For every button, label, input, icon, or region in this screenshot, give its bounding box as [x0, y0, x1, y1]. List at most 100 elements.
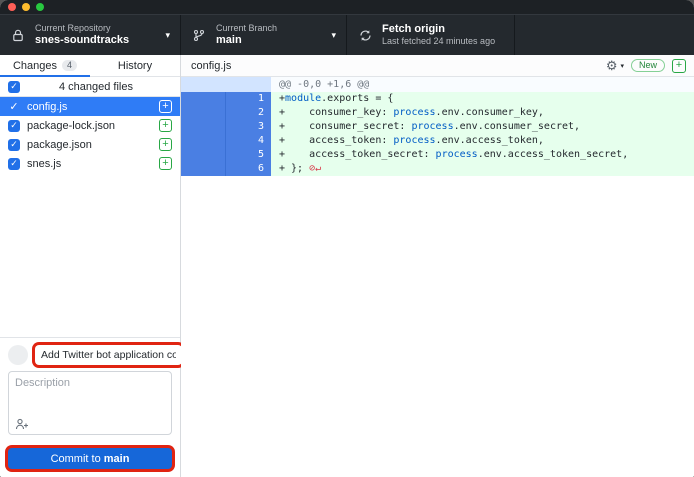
diff-line[interactable]: 5+ access_token_secret: process.env.acce…: [181, 148, 694, 162]
commit-summary-input[interactable]: [35, 345, 182, 365]
diff-line-code: + consumer_secret: process.env.consumer_…: [271, 120, 694, 134]
diff-old-line-gutter[interactable]: [181, 134, 226, 148]
toolbar-spacer: [515, 15, 694, 55]
select-all-checkbox[interactable]: ✓: [8, 81, 20, 93]
diff-new-line-number[interactable]: 5: [226, 148, 271, 162]
zoom-window-button[interactable]: [36, 3, 44, 11]
file-added-icon: +: [672, 59, 686, 73]
diff-line[interactable]: 2+ consumer_key: process.env.consumer_ke…: [181, 106, 694, 120]
tab-changes[interactable]: Changes 4: [0, 55, 90, 76]
file-row-package-lock-json[interactable]: ✓ package-lock.json +: [0, 116, 180, 135]
new-file-badge: New: [631, 59, 665, 73]
branch-icon: [191, 29, 207, 42]
file-row-package-json[interactable]: ✓ package.json +: [0, 135, 180, 154]
diff-options-button[interactable]: ⚙ ▾: [606, 59, 624, 72]
diff-line[interactable]: 1+module.exports = {: [181, 92, 694, 106]
diff-new-line-number[interactable]: 3: [226, 120, 271, 134]
diff-file-name: config.js: [191, 60, 606, 72]
diff-line-code: + access_token: process.env.access_token…: [271, 134, 694, 148]
app-body: Changes 4 History ✓ 4 changed files ✓ co…: [0, 55, 694, 477]
commit-description-input[interactable]: [15, 377, 165, 411]
file-name: config.js: [27, 101, 152, 113]
lock-icon: [10, 29, 26, 42]
file-name: package.json: [27, 139, 152, 151]
current-branch-button[interactable]: Current Branch main ▾: [181, 15, 347, 55]
file-row-config-js[interactable]: ✓ config.js +: [0, 97, 180, 116]
diff-old-line-gutter[interactable]: [181, 92, 226, 106]
file-added-icon: +: [159, 157, 172, 170]
current-branch-text: Current Branch main: [216, 23, 277, 48]
file-checkbox[interactable]: ✓: [8, 101, 20, 113]
file-added-icon: +: [159, 119, 172, 132]
diff-empty-area: [181, 277, 694, 477]
diff-line-code: + access_token_secret: process.env.acces…: [271, 148, 694, 162]
chevron-down-icon: ▾: [620, 62, 624, 70]
changed-files-header: ✓ 4 changed files: [0, 77, 180, 97]
commit-panel: Commit to main: [0, 337, 180, 477]
tab-changes-label: Changes: [13, 60, 57, 72]
current-repository-value: snes-soundtracks: [35, 34, 129, 48]
current-repository-button[interactable]: Current Repository snes-soundtracks ▾: [0, 15, 181, 55]
file-checkbox[interactable]: ✓: [8, 120, 20, 132]
diff-header-controls: ⚙ ▾ New +: [606, 59, 686, 73]
fetch-origin-button[interactable]: Fetch origin Last fetched 24 minutes ago: [347, 15, 515, 55]
file-checkbox[interactable]: ✓: [8, 139, 20, 151]
file-list-empty-area: [0, 173, 180, 337]
minimize-window-button[interactable]: [22, 3, 30, 11]
diff-line[interactable]: 3+ consumer_secret: process.env.consumer…: [181, 120, 694, 134]
changes-count-badge: 4: [62, 60, 77, 72]
file-added-icon: +: [159, 100, 172, 113]
main-panel: config.js ⚙ ▾ New + @@ -0,0 +1,6 @@ 1+mo…: [181, 55, 694, 477]
diff-line-code: +module.exports = {: [271, 92, 694, 106]
diff-new-line-number[interactable]: 4: [226, 134, 271, 148]
current-branch-value: main: [216, 34, 277, 48]
commit-description-box: [8, 371, 172, 435]
diff-old-line-gutter[interactable]: [181, 148, 226, 162]
diff-new-line-number[interactable]: 6: [226, 162, 271, 176]
chevron-down-icon: ▾: [155, 30, 170, 41]
hunk-gutter: [181, 77, 226, 92]
fetch-origin-sublabel: Last fetched 24 minutes ago: [382, 36, 495, 47]
diff-line-code: + }; ⊘↵: [271, 162, 694, 176]
file-name: package-lock.json: [27, 120, 152, 132]
diff-old-line-gutter[interactable]: [181, 162, 226, 176]
current-repository-text: Current Repository snes-soundtracks: [35, 23, 129, 48]
hunk-gutter: [226, 77, 271, 92]
current-branch-label: Current Branch: [216, 23, 277, 34]
diff-old-line-gutter[interactable]: [181, 106, 226, 120]
file-row-snes-js[interactable]: ✓ snes.js +: [0, 154, 180, 173]
add-coauthor-icon[interactable]: [15, 418, 29, 430]
chevron-down-icon: ▾: [321, 30, 336, 41]
changed-files-count: 4 changed files: [20, 81, 172, 93]
gear-icon: ⚙: [606, 59, 618, 72]
diff-file-header: config.js ⚙ ▾ New +: [181, 55, 694, 77]
tab-history[interactable]: History: [90, 55, 180, 76]
diff-line[interactable]: 4+ access_token: process.env.access_toke…: [181, 134, 694, 148]
diff-line-code: + consumer_key: process.env.consumer_key…: [271, 106, 694, 120]
diff-new-line-number[interactable]: 2: [226, 106, 271, 120]
file-name: snes.js: [27, 158, 152, 170]
close-window-button[interactable]: [8, 3, 16, 11]
diff-view: @@ -0,0 +1,6 @@ 1+module.exports = {2+ c…: [181, 77, 694, 277]
fetch-origin-label: Fetch origin: [382, 23, 495, 37]
hunk-header-text: @@ -0,0 +1,6 @@: [271, 77, 694, 92]
diff-new-line-number[interactable]: 1: [226, 92, 271, 106]
file-added-icon: +: [159, 138, 172, 151]
avatar: [8, 345, 28, 365]
commit-to-main-button[interactable]: Commit to main: [8, 448, 172, 469]
diff-hunk-header: @@ -0,0 +1,6 @@: [181, 77, 694, 92]
commit-button-label: Commit to: [51, 453, 104, 465]
diff-line[interactable]: 6+ }; ⊘↵: [181, 162, 694, 176]
diff-old-line-gutter[interactable]: [181, 120, 226, 134]
toolbar: Current Repository snes-soundtracks ▾ Cu…: [0, 14, 694, 55]
file-checkbox[interactable]: ✓: [8, 158, 20, 170]
sync-icon: [357, 29, 373, 42]
summary-row: [8, 345, 172, 365]
sidebar-tabs: Changes 4 History: [0, 55, 180, 77]
titlebar: [0, 0, 694, 14]
commit-button-branch: main: [104, 453, 130, 465]
sidebar: Changes 4 History ✓ 4 changed files ✓ co…: [0, 55, 181, 477]
current-repository-label: Current Repository: [35, 23, 129, 34]
diff-lines: 1+module.exports = {2+ consumer_key: pro…: [181, 92, 694, 176]
tab-history-label: History: [118, 60, 152, 72]
